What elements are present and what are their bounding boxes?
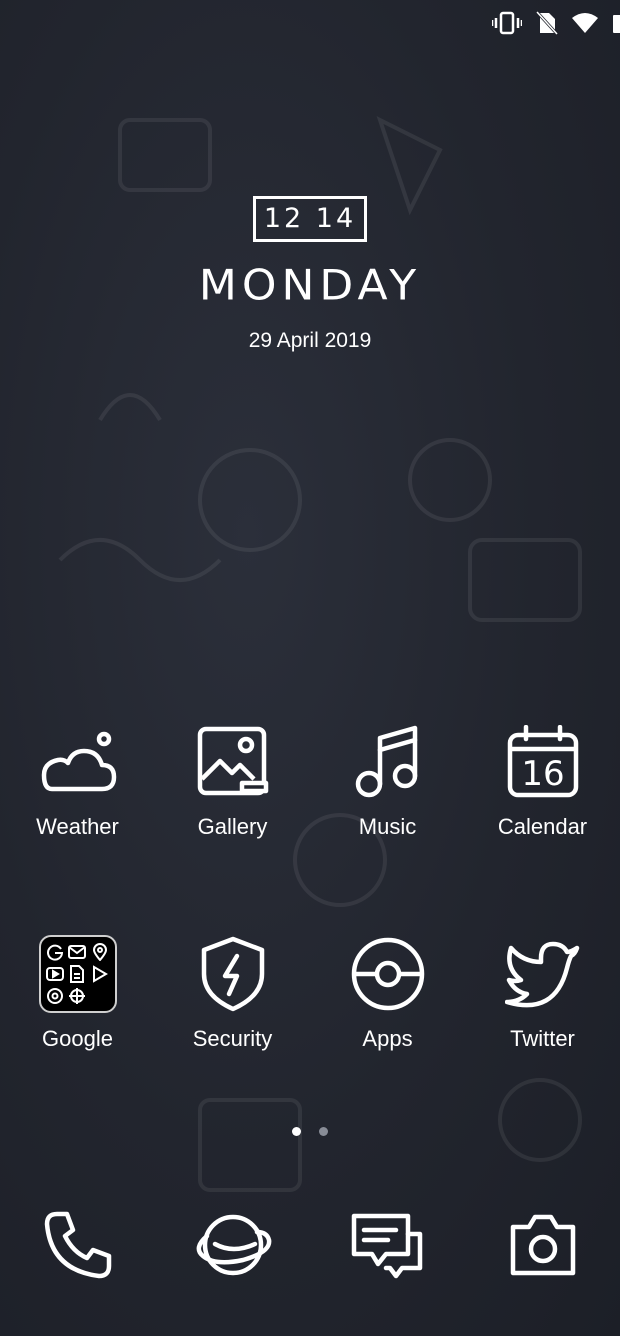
clock-date: 29 April 2019 bbox=[248, 329, 372, 352]
app-label: Twitter bbox=[510, 1026, 575, 1051]
no-sim-icon bbox=[536, 11, 558, 35]
clock-day: MONDAY bbox=[198, 261, 422, 310]
app-gallery[interactable]: Gallery bbox=[155, 722, 310, 840]
app-label: Gallery bbox=[197, 814, 268, 839]
battery-icon bbox=[613, 15, 620, 33]
dock-browser[interactable] bbox=[155, 1200, 310, 1290]
app-label: Weather bbox=[36, 814, 119, 839]
app-security[interactable]: Security bbox=[155, 934, 310, 1052]
clock-time: 12 14 bbox=[253, 196, 367, 242]
app-label: Apps bbox=[362, 1026, 413, 1051]
app-weather[interactable]: Weather bbox=[0, 722, 155, 840]
twitter-icon bbox=[503, 934, 583, 1014]
mail-icon bbox=[67, 941, 88, 962]
dock-messages[interactable] bbox=[310, 1200, 465, 1290]
google-folder-icon bbox=[38, 934, 118, 1014]
docs-icon bbox=[67, 963, 88, 984]
apps-icon bbox=[348, 934, 428, 1014]
music-icon bbox=[348, 722, 428, 802]
page-dot-2[interactable] bbox=[319, 1127, 328, 1136]
messages-icon bbox=[343, 1200, 433, 1290]
photos-icon bbox=[67, 986, 88, 1007]
gallery-icon bbox=[193, 722, 273, 802]
app-row-1: Weather Gallery Music 16 Calendar bbox=[0, 722, 620, 840]
app-label: Music bbox=[358, 814, 417, 839]
folder-grid bbox=[38, 935, 117, 1013]
status-bar bbox=[492, 8, 620, 38]
app-music[interactable]: Music bbox=[310, 722, 465, 840]
app-label: Google bbox=[42, 1026, 113, 1051]
dock-camera[interactable] bbox=[465, 1200, 620, 1290]
calendar-date-badge: 16 bbox=[521, 754, 564, 794]
play-store-icon bbox=[89, 963, 110, 984]
security-icon bbox=[193, 934, 273, 1014]
camera-icon bbox=[498, 1200, 588, 1290]
app-twitter[interactable]: Twitter bbox=[465, 934, 620, 1052]
maps-icon bbox=[89, 941, 110, 962]
app-apps[interactable]: Apps bbox=[310, 934, 465, 1052]
app-label: Calendar bbox=[497, 814, 588, 839]
youtube-icon bbox=[45, 963, 66, 984]
dock bbox=[0, 1200, 620, 1290]
chrome-icon bbox=[45, 986, 66, 1007]
browser-icon bbox=[188, 1200, 278, 1290]
page-dot-1[interactable] bbox=[292, 1127, 301, 1136]
weather-icon bbox=[38, 722, 118, 802]
google-icon bbox=[45, 941, 66, 962]
page-indicator[interactable] bbox=[0, 1127, 620, 1136]
calendar-icon: 16 bbox=[503, 722, 583, 802]
dock-phone[interactable] bbox=[0, 1200, 155, 1290]
app-google-folder[interactable]: Google bbox=[0, 934, 155, 1052]
vibrate-icon bbox=[492, 11, 522, 35]
app-calendar[interactable]: 16 Calendar bbox=[465, 722, 620, 840]
clock-widget[interactable]: 12 14 MONDAY 29 April 2019 bbox=[0, 196, 620, 353]
app-row-2: Google Security Apps Twitter bbox=[0, 934, 620, 1052]
phone-icon bbox=[33, 1200, 123, 1290]
wifi-icon bbox=[572, 13, 598, 33]
app-label: Security bbox=[192, 1026, 273, 1051]
